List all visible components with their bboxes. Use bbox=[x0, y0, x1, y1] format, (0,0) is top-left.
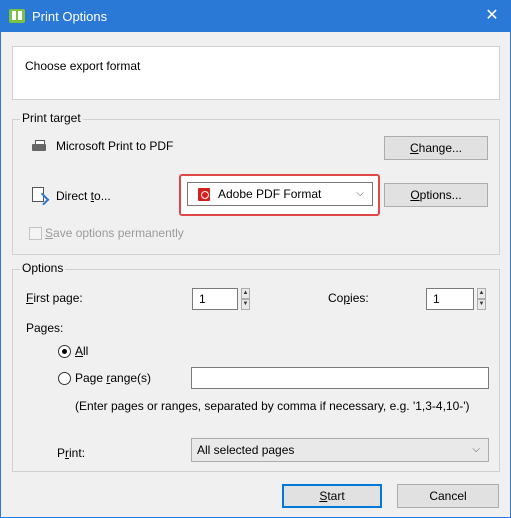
pages-all-radio[interactable] bbox=[58, 345, 71, 358]
page-range-hint: (Enter pages or ranges, separated by com… bbox=[75, 399, 470, 413]
pages-range-radio[interactable] bbox=[58, 372, 71, 385]
close-icon[interactable]: ✕ bbox=[478, 4, 506, 28]
options-legend: Options bbox=[20, 261, 66, 275]
copies-input[interactable]: 1 bbox=[426, 288, 474, 310]
change-button[interactable]: Change... bbox=[384, 136, 488, 160]
first-page-input[interactable]: 1 bbox=[192, 288, 238, 310]
save-options-label: Save options permanently bbox=[45, 226, 184, 240]
direct-to-label: Direct to... bbox=[56, 189, 111, 203]
print-select-value: All selected pages bbox=[197, 443, 295, 457]
first-page-label: First page: bbox=[26, 291, 83, 305]
header-text: Choose export format bbox=[25, 59, 141, 73]
spin-up-icon[interactable]: ▲ bbox=[477, 288, 486, 299]
chevron-down-icon: ⌵ bbox=[472, 444, 480, 455]
print-label: Print: bbox=[57, 446, 86, 460]
save-options-checkbox[interactable] bbox=[29, 227, 42, 240]
page-range-input[interactable] bbox=[191, 367, 489, 389]
pages-label: Pages: bbox=[26, 321, 64, 335]
print-target-legend: Print target bbox=[20, 111, 83, 125]
options-button[interactable]: Options... bbox=[384, 183, 488, 207]
title-bar[interactable]: Print Options ✕ bbox=[1, 1, 510, 32]
cancel-button[interactable]: Cancel bbox=[397, 484, 499, 508]
spin-up-icon[interactable]: ▲ bbox=[241, 288, 250, 299]
print-select[interactable]: All selected pages ⌵ bbox=[191, 438, 489, 462]
header-panel: Choose export format bbox=[12, 46, 500, 100]
pdf-icon bbox=[198, 188, 210, 201]
format-select[interactable]: Adobe PDF Format ⌵ bbox=[187, 182, 373, 206]
spin-down-icon[interactable]: ▼ bbox=[477, 299, 486, 310]
pages-range-label: Page range(s) bbox=[75, 371, 152, 385]
first-page-spinner[interactable]: ▲ ▼ bbox=[241, 288, 250, 310]
printer-icon bbox=[32, 140, 46, 152]
pages-all-label: All bbox=[75, 344, 89, 358]
window-title: Print Options bbox=[32, 9, 108, 24]
copies-spinner[interactable]: ▲ ▼ bbox=[477, 288, 486, 310]
printer-name: Microsoft Print to PDF bbox=[56, 139, 174, 153]
format-select-value: Adobe PDF Format bbox=[218, 187, 322, 201]
document-arrow-icon bbox=[32, 187, 44, 202]
print-options-dialog: Print Options ✕ Choose export format Pri… bbox=[0, 0, 511, 518]
app-icon bbox=[9, 9, 25, 23]
copies-label: Copies: bbox=[328, 291, 369, 305]
start-button[interactable]: Start bbox=[282, 484, 382, 508]
chevron-down-icon: ⌵ bbox=[356, 188, 364, 199]
spin-down-icon[interactable]: ▼ bbox=[241, 299, 250, 310]
